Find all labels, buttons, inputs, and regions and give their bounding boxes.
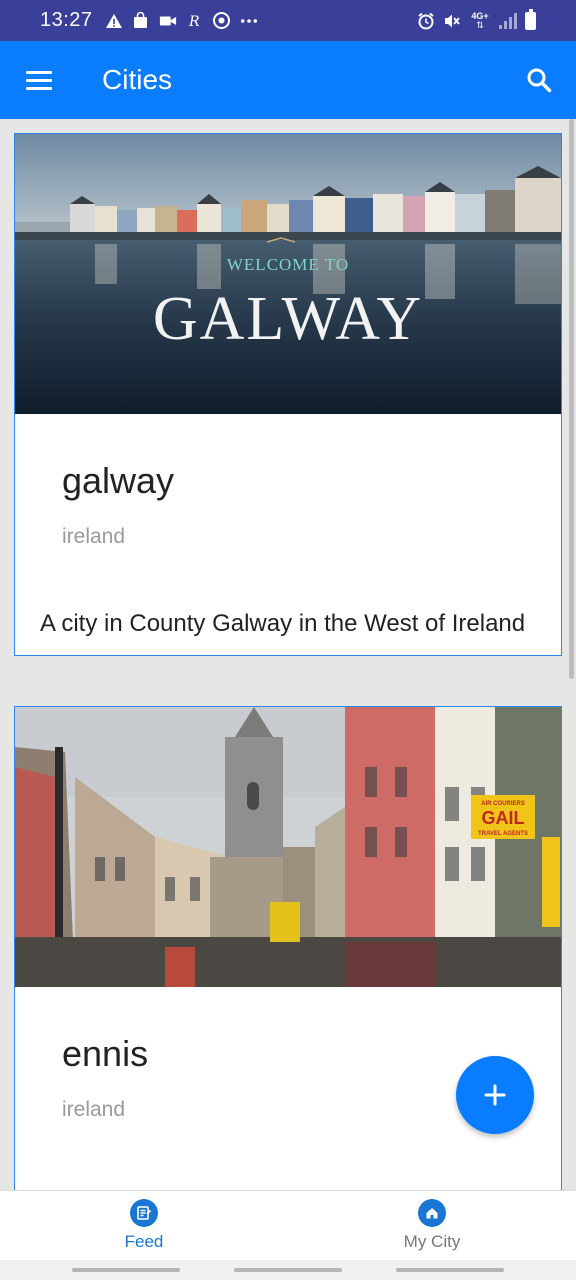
city-card-galway[interactable]: WELCOME TO GALWAY galway ireland A city … (14, 133, 562, 656)
search-icon (527, 68, 552, 93)
data-arrows: ⇅ (476, 19, 484, 30)
city-image-galway: WELCOME TO GALWAY (15, 134, 561, 414)
gesture-home[interactable] (234, 1268, 342, 1272)
app-bar: Cities (0, 41, 576, 119)
city-country: ireland (62, 1098, 126, 1121)
gesture-recents[interactable] (396, 1268, 504, 1272)
status-time: 13:27 (40, 9, 93, 31)
city-image-ennis: AIR COURIERS GAIL TRAVEL AGENTS (15, 707, 561, 987)
city-country: ireland (62, 525, 126, 548)
gesture-back[interactable] (72, 1268, 180, 1272)
nav-item-feed[interactable]: Feed (0, 1191, 288, 1260)
image-caption-top: WELCOME TO (227, 255, 349, 274)
warning-icon (105, 12, 123, 30)
mute-icon (443, 12, 461, 30)
image-caption-main: GALWAY (153, 285, 423, 353)
chrome-icon (213, 12, 231, 30)
alarm-icon (417, 12, 435, 30)
nav-label-my-city: My City (403, 1232, 461, 1251)
network-icon: 4G+ ⇅ (469, 11, 491, 30)
video-icon (159, 12, 177, 30)
city-feed[interactable]: WELCOME TO GALWAY galway ireland A city … (0, 119, 576, 1190)
r-app-icon: R (186, 12, 204, 30)
feed-scrollbar[interactable] (569, 119, 574, 679)
svg-text:R: R (188, 14, 200, 29)
status-bar: 13:27 R 4G+ ⇅ (0, 0, 576, 41)
more-dots-icon (240, 12, 258, 30)
gesture-bar (0, 1260, 576, 1280)
sign-main-text: GAIL (482, 808, 525, 828)
sign-top-text: AIR COURIERS (481, 801, 525, 807)
home-icon (418, 1199, 446, 1227)
search-button[interactable] (518, 59, 560, 101)
city-description: A city in County Galway in the West of I… (40, 610, 526, 637)
add-city-button[interactable] (456, 1056, 534, 1134)
sign-bottom-text: TRAVEL AGENTS (478, 831, 528, 837)
hamburger-menu-icon (26, 70, 52, 90)
battery-icon (525, 8, 536, 30)
city-name: galway (62, 460, 175, 501)
page-title: Cities (102, 64, 173, 95)
status-system-icons: 4G+ ⇅ (417, 8, 536, 30)
status-notification-icons: R (105, 12, 258, 30)
feed-icon (130, 1199, 158, 1227)
nav-item-my-city[interactable]: My City (288, 1191, 576, 1260)
signal-icon (499, 12, 517, 29)
plus-icon (484, 1084, 506, 1106)
city-name: ennis (62, 1033, 149, 1074)
nav-label-feed: Feed (124, 1232, 164, 1251)
bottom-navigation: Feed My City (0, 1190, 576, 1260)
menu-button[interactable] (0, 41, 78, 119)
shopping-bag-icon (132, 12, 150, 30)
